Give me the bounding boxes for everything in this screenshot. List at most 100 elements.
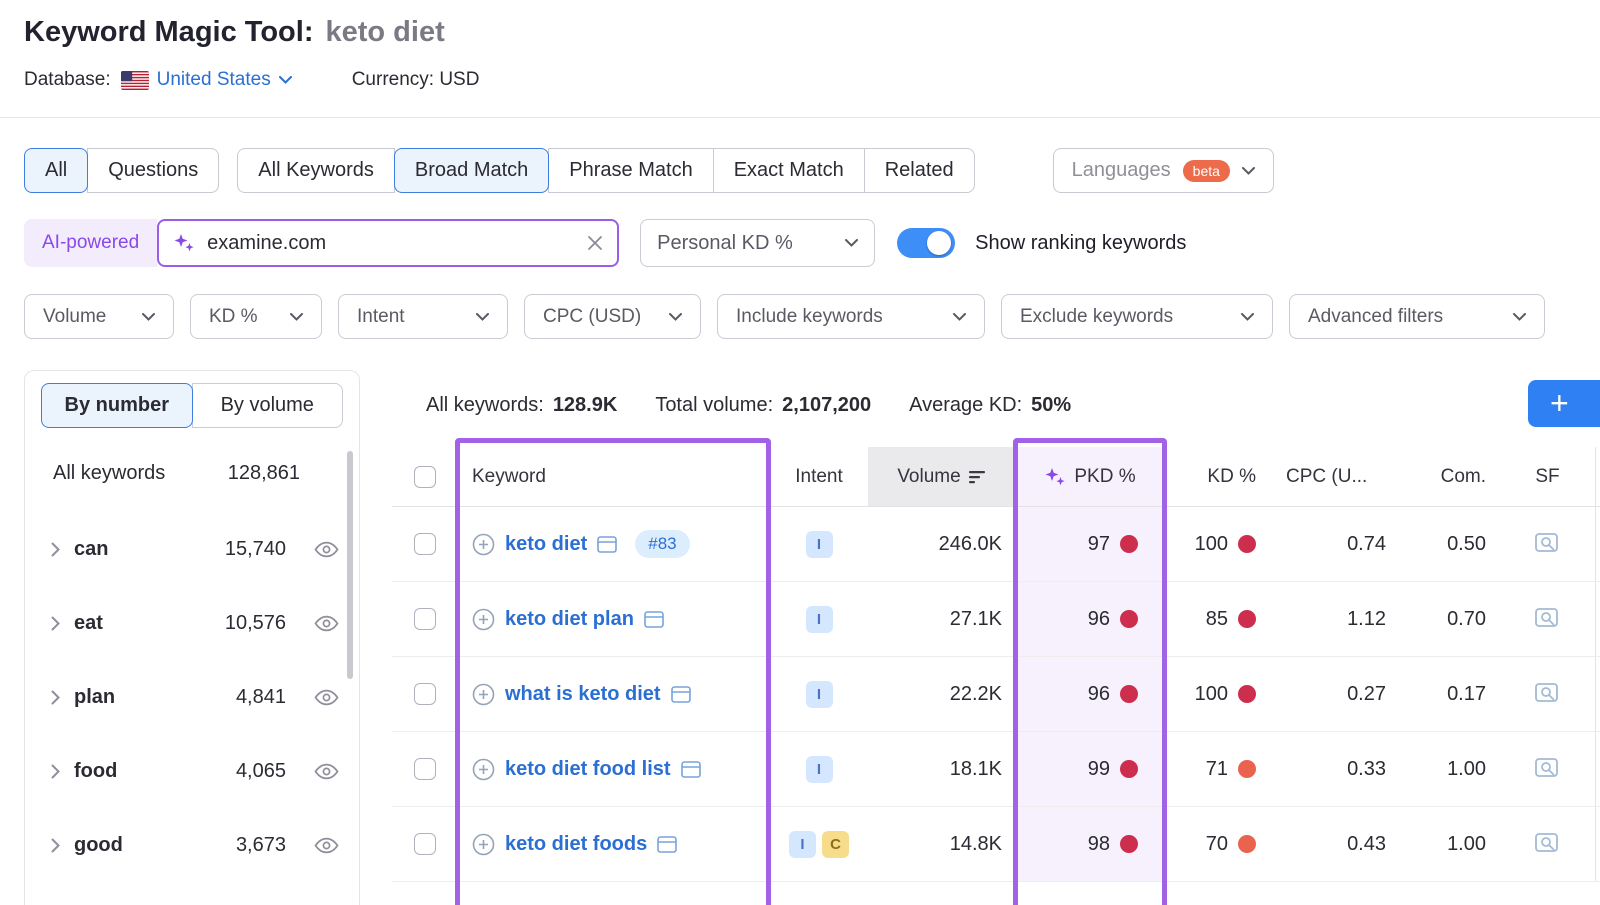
keyword-magic-tool-page: Keyword Magic Tool: keto diet Database: — [0, 0, 1600, 905]
group-row-food[interactable]: food 4,065 — [41, 734, 343, 808]
header-pkd[interactable]: PKD % — [1016, 447, 1164, 506]
serp-features-icon[interactable] — [1535, 533, 1561, 555]
serp-preview-icon[interactable] — [671, 686, 691, 703]
intent-badge-informational[interactable]: I — [806, 756, 833, 783]
intent-cell: I — [770, 507, 868, 581]
serp-features-icon[interactable] — [1535, 608, 1561, 630]
show-ranking-toggle[interactable] — [897, 228, 955, 258]
toggle-knob — [927, 231, 951, 255]
row-checkbox[interactable] — [414, 608, 436, 630]
pkd-value: 98 — [1088, 833, 1110, 856]
group-label: food — [74, 760, 117, 783]
database-selector[interactable]: United States — [157, 69, 292, 91]
eye-icon[interactable] — [314, 615, 339, 632]
intent-badge-informational[interactable]: I — [789, 831, 816, 858]
personal-kd-dropdown[interactable]: Personal KD % — [640, 219, 875, 267]
ranking-badge[interactable]: #83 — [635, 530, 689, 558]
select-all-checkbox[interactable] — [414, 466, 436, 488]
header-com[interactable]: Com. — [1400, 447, 1500, 506]
group-row-can[interactable]: can 15,740 — [41, 512, 343, 586]
header-keyword[interactable]: Keyword — [458, 447, 770, 506]
languages-dropdown[interactable]: Languages beta — [1053, 148, 1274, 193]
eye-icon[interactable] — [314, 837, 339, 854]
serp-preview-icon[interactable] — [644, 611, 664, 628]
keyword-groups-sidebar: By number By volume All keywords 128,861… — [24, 370, 360, 905]
match-tab-group: All Keywords Broad Match Phrase Match Ex… — [237, 148, 974, 193]
summary-total-volume-value: 2,107,200 — [782, 394, 871, 417]
serp-preview-icon[interactable] — [681, 761, 701, 778]
row-checkbox[interactable] — [414, 758, 436, 780]
keyword-link[interactable]: keto diet — [505, 533, 587, 556]
serp-preview-icon[interactable] — [597, 536, 617, 553]
domain-input[interactable] — [207, 232, 575, 255]
chevron-down-icon — [669, 313, 682, 321]
add-keyword-icon[interactable] — [472, 533, 495, 556]
header-kd[interactable]: KD % — [1164, 447, 1270, 506]
show-ranking-label: Show ranking keywords — [975, 232, 1186, 255]
cpc-value: 0.74 — [1347, 533, 1386, 556]
tab-broad-match[interactable]: Broad Match — [394, 148, 549, 193]
tab-all-keywords[interactable]: All Keywords — [237, 148, 395, 193]
group-row-good[interactable]: good 3,673 — [41, 808, 343, 882]
eye-icon[interactable] — [314, 541, 339, 558]
keyword-link[interactable]: keto diet foods — [505, 833, 647, 856]
ai-sparkle-icon — [173, 232, 195, 254]
filter-cpc-label: CPC (USD) — [543, 306, 641, 328]
serp-features-icon[interactable] — [1535, 758, 1561, 780]
keyword-link[interactable]: what is keto diet — [505, 683, 661, 706]
pkd-sparkle-icon — [1044, 466, 1066, 488]
filter-exclude-keywords[interactable]: Exclude keywords — [1001, 294, 1273, 339]
serp-features-icon[interactable] — [1535, 833, 1561, 855]
chevron-right-icon — [51, 764, 60, 779]
tab-questions[interactable]: Questions — [87, 148, 219, 193]
row-checkbox[interactable] — [414, 833, 436, 855]
add-keyword-icon[interactable] — [472, 833, 495, 856]
filter-intent[interactable]: Intent — [338, 294, 508, 339]
sidebar-all-keywords[interactable]: All keywords 128,861 — [41, 450, 343, 496]
intent-badge-commercial[interactable]: C — [822, 831, 849, 858]
serp-preview-icon[interactable] — [657, 836, 677, 853]
header-intent[interactable]: Intent — [770, 447, 868, 506]
header-cpc[interactable]: CPC (U... — [1270, 447, 1400, 506]
row-checkbox[interactable] — [414, 533, 436, 555]
intent-badge-informational[interactable]: I — [806, 531, 833, 558]
filter-kd[interactable]: KD % — [190, 294, 322, 339]
sf-cell — [1500, 732, 1596, 806]
add-keyword-icon[interactable] — [472, 608, 495, 631]
keyword-link[interactable]: keto diet food list — [505, 758, 671, 781]
keyword-link[interactable]: keto diet plan — [505, 608, 634, 631]
clear-input-icon[interactable] — [587, 235, 603, 251]
add-keyword-icon[interactable] — [472, 683, 495, 706]
kd-value: 85 — [1206, 608, 1228, 631]
filter-volume[interactable]: Volume — [24, 294, 174, 339]
cpc-cell: 0.27 — [1270, 657, 1400, 731]
header-volume[interactable]: Volume — [868, 447, 1016, 506]
table-row: keto diet #83 I 246.0K 97 100 0.74 0.50 — [392, 507, 1600, 582]
add-keyword-icon[interactable] — [472, 758, 495, 781]
eye-icon[interactable] — [314, 689, 339, 706]
by-number-button[interactable]: By number — [41, 383, 193, 428]
serp-features-icon[interactable] — [1535, 683, 1561, 705]
filter-cpc[interactable]: CPC (USD) — [524, 294, 701, 339]
row-checkbox[interactable] — [414, 683, 436, 705]
tab-related[interactable]: Related — [864, 148, 975, 193]
cpc-value: 0.43 — [1347, 833, 1386, 856]
intent-badge-informational[interactable]: I — [806, 606, 833, 633]
filter-advanced[interactable]: Advanced filters — [1289, 294, 1545, 339]
header-sf[interactable]: SF — [1500, 447, 1596, 506]
intent-badge-informational[interactable]: I — [806, 681, 833, 708]
sidebar-scrollbar[interactable] — [347, 451, 353, 679]
group-row-plan[interactable]: plan 4,841 — [41, 660, 343, 734]
pkd-value: 96 — [1088, 683, 1110, 706]
eye-icon[interactable] — [314, 763, 339, 780]
by-volume-button[interactable]: By volume — [192, 383, 344, 428]
tab-phrase-match[interactable]: Phrase Match — [548, 148, 713, 193]
sort-icon — [969, 470, 987, 484]
group-list: can 15,740 eat 10,576 plan 4,841 — [41, 512, 343, 882]
ai-search-wrap: AI-powered — [24, 219, 619, 267]
filter-include-keywords[interactable]: Include keywords — [717, 294, 985, 339]
group-row-eat[interactable]: eat 10,576 — [41, 586, 343, 660]
tab-exact-match[interactable]: Exact Match — [713, 148, 865, 193]
add-to-list-button[interactable]: + — [1528, 380, 1600, 427]
tab-all[interactable]: All — [24, 148, 88, 193]
